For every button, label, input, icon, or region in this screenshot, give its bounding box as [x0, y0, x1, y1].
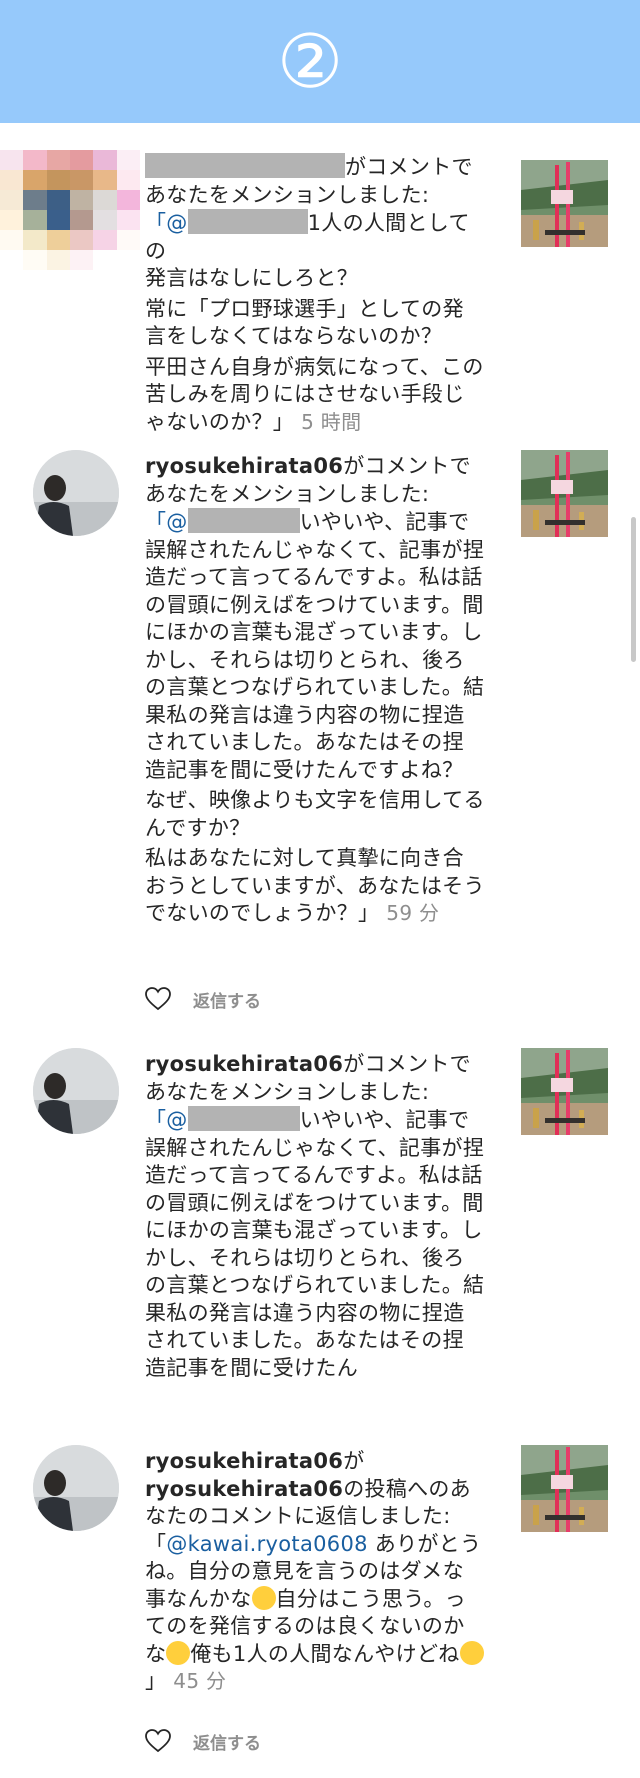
timestamp: 5 時間: [301, 409, 362, 434]
post-thumbnail[interactable]: [521, 160, 608, 247]
quote-open: 「@: [145, 1108, 188, 1132]
redacted-mention: [187, 209, 308, 234]
notification-text: ryosukehirata06が ryosukehirata06の投稿へのあなたの…: [145, 1448, 485, 1696]
post-thumbnail[interactable]: [521, 450, 608, 537]
post-thumbnail[interactable]: [521, 1445, 608, 1532]
redacted-mention: [187, 1106, 300, 1131]
notice-suffix: が: [343, 1449, 365, 1473]
comment-text: 」: [145, 1669, 167, 1693]
heart-icon[interactable]: [145, 987, 171, 1011]
quote-open: 「@: [145, 211, 188, 235]
comment-text: 発言はなしにしろと？: [145, 266, 358, 290]
username-link[interactable]: ryosukehirata06: [145, 1449, 343, 1473]
quote-open: 「@: [145, 510, 188, 534]
comment-text: 誤解されたんじゃなくて、記事が捏造だって言ってるんですよ。私は話の冒頭に例えばを…: [145, 537, 485, 782]
comment-text: 俺も1人の人間なんやけどね: [190, 1641, 460, 1666]
scrollbar-thumb[interactable]: [631, 517, 636, 662]
comment-text: 誤解されたんじゃなくて、記事が捏造だって言ってるんですよ。私は話の冒頭に例えばを…: [145, 1135, 485, 1380]
sweat-smile-emoji: [166, 1640, 191, 1665]
timestamp: 59 分: [386, 901, 440, 925]
post-thumbnail-image: [521, 1445, 608, 1532]
mention-link[interactable]: @kawai.ryota0608: [166, 1532, 367, 1556]
post-owner-link[interactable]: ryosukehirata06: [145, 1477, 343, 1501]
notice-suffix: がコメントで: [343, 454, 471, 478]
avatar-photo: [33, 1445, 119, 1531]
notification-text: がコメントで あなたをメンションしました: 「@ 1人の人間としての 発言はなしに…: [145, 153, 485, 436]
user-avatar[interactable]: [33, 450, 119, 536]
notification-text: ryosukehirata06がコメントで あなたをメンションしました: 「@ い…: [145, 453, 485, 928]
notice-text: あなたをメンションしました:: [145, 182, 430, 207]
user-avatar[interactable]: [33, 1445, 119, 1531]
joy-emoji: [459, 1640, 484, 1665]
circled-number-two: ②: [276, 19, 344, 105]
user-avatar[interactable]: [33, 1048, 119, 1134]
avatar-photo: [33, 450, 119, 536]
username-link[interactable]: ryosukehirata06: [145, 1052, 343, 1076]
redacted-mention: [187, 508, 300, 533]
reply-button[interactable]: 返信する: [193, 987, 261, 1012]
redacted-username: [145, 153, 345, 178]
reply-button[interactable]: 返信する: [193, 1729, 261, 1754]
comment-actions: 返信する: [145, 1727, 261, 1755]
post-thumbnail[interactable]: [521, 1048, 608, 1135]
blurred-avatar[interactable]: [0, 150, 140, 270]
sweat-smile-emoji: [251, 1585, 276, 1610]
top-banner: ②: [0, 0, 640, 123]
post-thumbnail-image: [521, 1048, 608, 1135]
notice-text: あなたをメンションしました:: [145, 481, 430, 506]
comment-text: いやいや、記事で: [299, 1108, 470, 1132]
comment-text: いやいや、記事で: [299, 510, 470, 534]
notification-text: ryosukehirata06がコメントで あなたをメンションしました: 「@ い…: [145, 1051, 485, 1382]
quote-open: 「: [145, 1531, 167, 1556]
username-link[interactable]: ryosukehirata06: [145, 454, 343, 478]
comment-text: 常に「プロ野球選手」としての発言をしなくてはならないのか？: [145, 296, 464, 349]
notice-suffix: がコメントで: [345, 155, 473, 179]
notice-text: あなたをメンションしました:: [145, 1079, 430, 1104]
comment-text: なぜ、映像よりも文字を信用してるんですか？: [145, 788, 485, 840]
comment-actions: 返信する: [145, 985, 261, 1013]
heart-icon[interactable]: [145, 1729, 171, 1753]
post-thumbnail-image: [521, 160, 608, 247]
avatar-photo: [33, 1048, 119, 1134]
notice-suffix: がコメントで: [343, 1052, 471, 1076]
post-thumbnail-image: [521, 450, 608, 537]
timestamp: 45 分: [173, 1669, 227, 1693]
